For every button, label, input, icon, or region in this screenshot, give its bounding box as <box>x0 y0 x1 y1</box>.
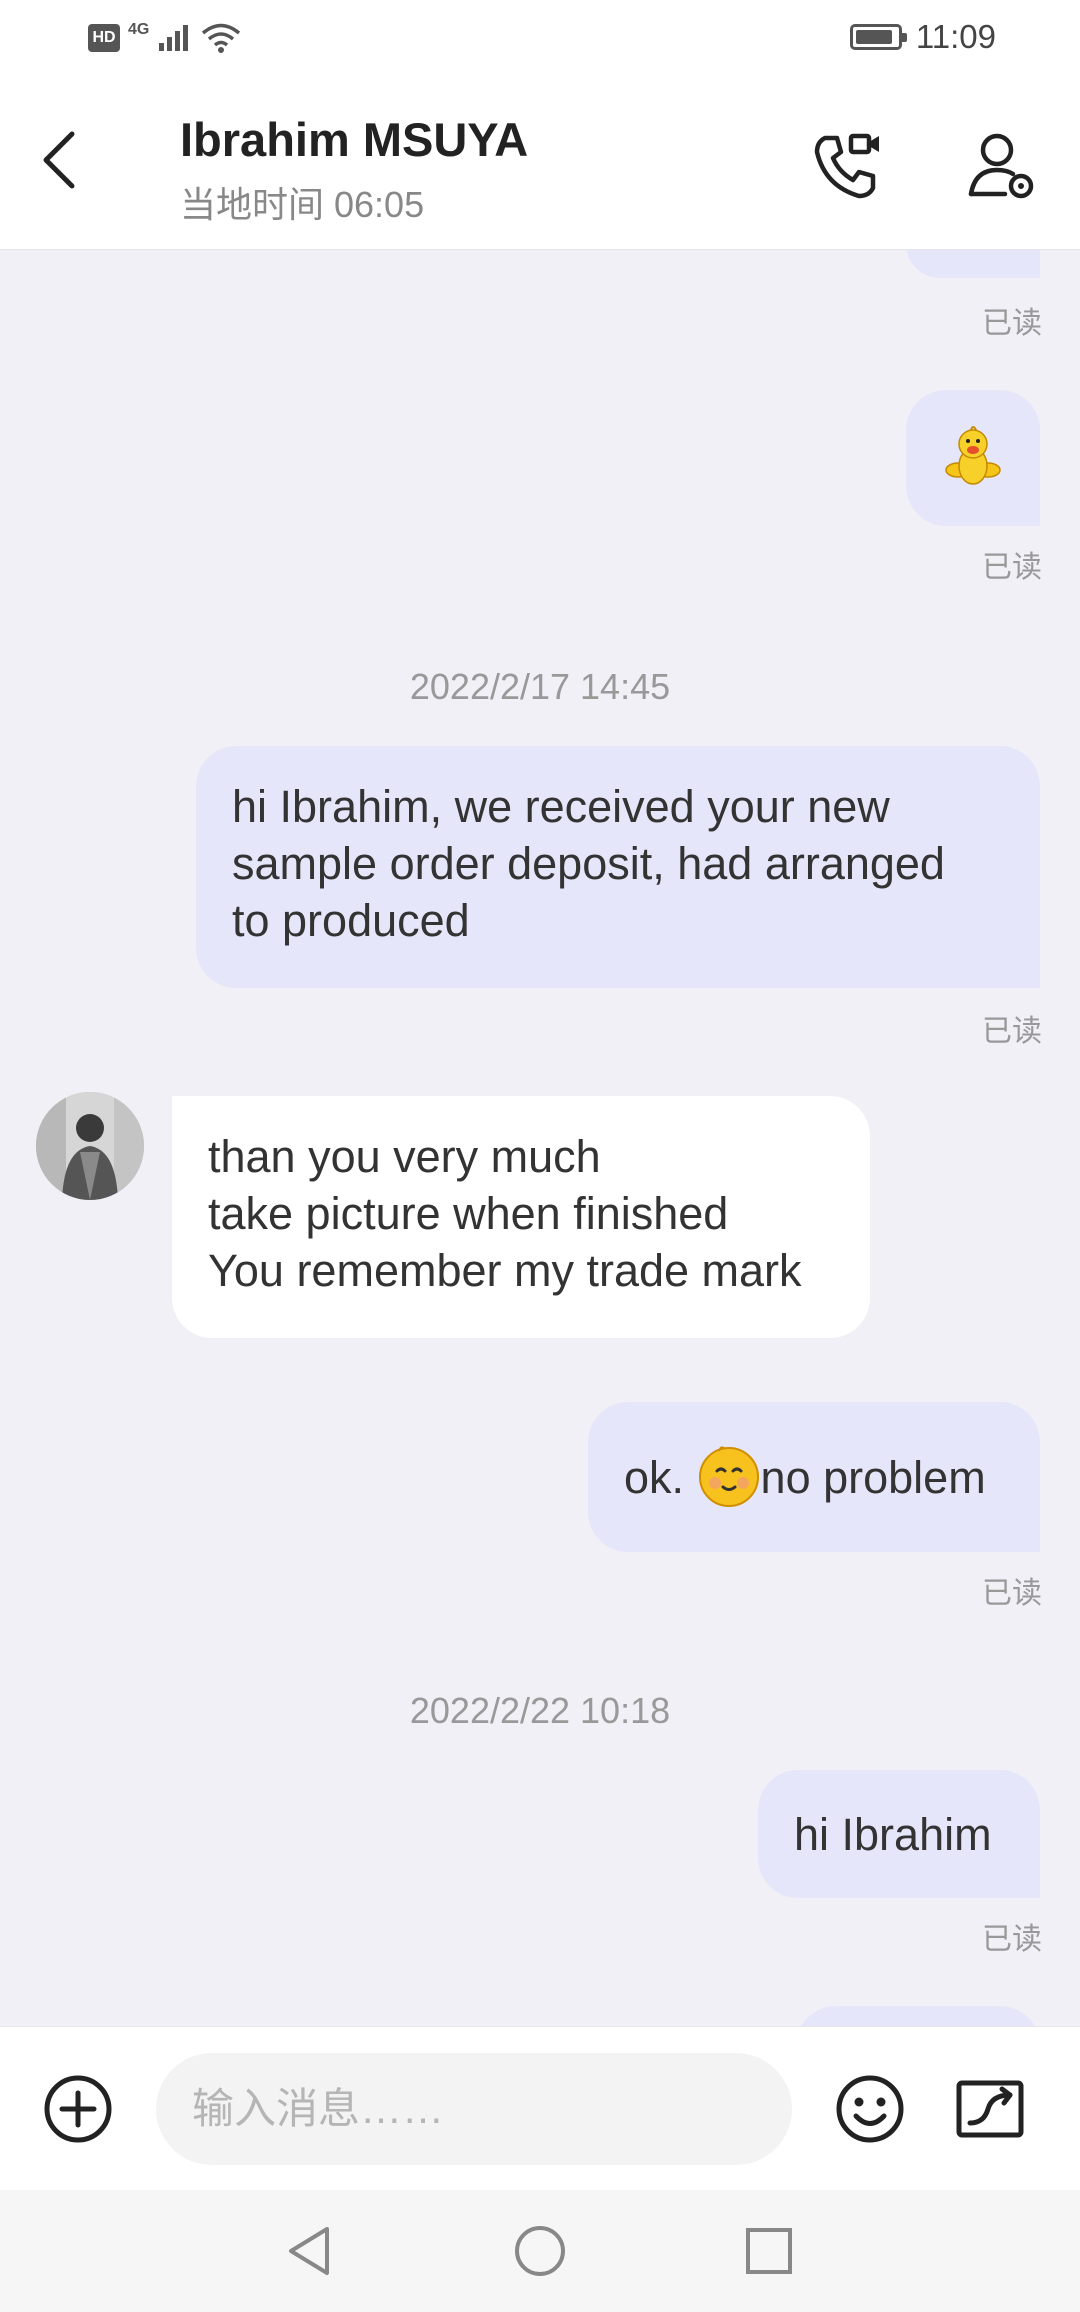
chick-sticker-icon <box>945 426 1001 485</box>
back-arrow-icon <box>43 131 75 189</box>
message-line: than you very much <box>208 1131 601 1182</box>
message-text: ok. <box>624 1451 697 1503</box>
status-bar: HD 4G 11:09 <box>0 0 1080 80</box>
emoji-button[interactable] <box>828 2067 912 2151</box>
network-type: 4G <box>128 21 150 38</box>
nav-recents-icon <box>746 2228 792 2274</box>
signal-icon <box>159 25 189 51</box>
read-receipt: 已读 <box>982 1923 1042 1956</box>
avatar-photo <box>36 1092 144 1200</box>
contact-avatar[interactable] <box>36 1092 144 1200</box>
outgoing-message[interactable]: ok. no problem <box>588 1402 1040 1552</box>
read-receipt: 已读 <box>982 1577 1042 1610</box>
message-line: sample order deposit, had arranged <box>232 838 945 889</box>
system-nav-bar <box>0 2190 1080 2312</box>
smile-emoji-icon <box>698 1446 759 1507</box>
message-input[interactable] <box>156 2053 792 2165</box>
message-bubble-partial[interactable] <box>906 250 1040 278</box>
wifi-icon <box>202 23 241 53</box>
nav-home-icon <box>515 2226 565 2276</box>
chat-header: Ibrahim MSUYA 当地时间 06:05 <box>0 80 1080 250</box>
video-call-icon <box>814 133 879 199</box>
emoji-icon <box>836 2075 904 2143</box>
outgoing-message[interactable]: hi Ibrahim, we received your new sample … <box>196 746 1040 988</box>
read-receipt: 已读 <box>982 551 1042 584</box>
battery-icon <box>849 24 907 50</box>
battery-fill <box>855 30 892 44</box>
message-line: take picture when finished <box>208 1188 729 1239</box>
contact-settings-icon <box>968 133 1034 199</box>
nav-home-button[interactable] <box>505 2216 575 2286</box>
status-left: HD 4G <box>88 21 241 54</box>
message-line: You remember my trade mark <box>208 1245 802 1296</box>
message-timestamp: 2022/2/17 14:45 <box>409 666 671 707</box>
hd-badge: HD <box>88 24 120 52</box>
message-line: hi Ibrahim, we received your new <box>232 781 890 832</box>
nav-recents-button[interactable] <box>734 2216 804 2286</box>
local-time: 当地时间 06:05 <box>180 184 425 225</box>
sticker-message[interactable] <box>906 390 1040 526</box>
contact-settings-button[interactable] <box>962 125 1042 205</box>
status-right: 11:09 <box>849 18 996 56</box>
back-button[interactable] <box>30 120 90 200</box>
contact-name: Ibrahim MSUYA <box>180 113 529 166</box>
message-text: no problem <box>760 1451 986 1503</box>
add-icon <box>44 2075 112 2143</box>
message-timestamp: 2022/2/22 10:18 <box>409 1690 671 1731</box>
nav-back-icon <box>289 2227 329 2275</box>
add-attachment-button[interactable] <box>36 2067 120 2151</box>
message-input-bar <box>0 2026 1080 2190</box>
quick-reply-button[interactable] <box>948 2067 1032 2151</box>
read-receipt: 已读 <box>982 1015 1042 1048</box>
message-bubble-partial[interactable] <box>796 2006 1040 2026</box>
outgoing-message[interactable]: hi Ibrahim <box>758 1770 1040 1898</box>
read-receipt: 已读 <box>982 307 1042 340</box>
incoming-message[interactable]: than you very much take picture when fin… <box>172 1096 870 1338</box>
quick-reply-icon <box>956 2080 1024 2138</box>
video-call-button[interactable] <box>808 125 888 205</box>
status-time: 11:09 <box>915 18 996 55</box>
chat-area[interactable]: 已读 已读 2022/2/17 14:45 hi Ibrahim, we rec… <box>0 250 1080 2026</box>
nav-back-button[interactable] <box>274 2216 344 2286</box>
message-line: to produced <box>232 895 470 946</box>
message-line: hi Ibrahim <box>794 1808 992 1860</box>
